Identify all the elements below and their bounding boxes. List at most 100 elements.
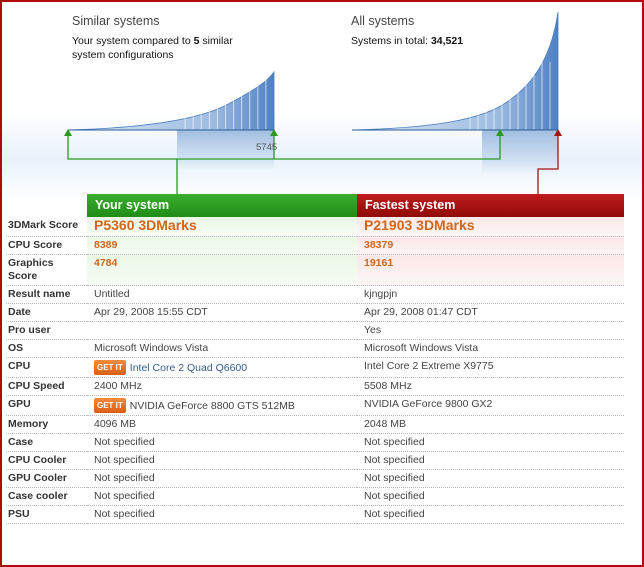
value-text: Not specified [94, 472, 155, 484]
fastest-system-value: Yes [357, 321, 624, 340]
row-label: OS [6, 339, 87, 358]
table-row-cpu-score: CPU Score 8389 38379 [6, 236, 624, 255]
fastest-system-value: Apr 29, 2008 01:47 CDT [357, 303, 624, 322]
table-row-result-name: Result name Untitled kjngpjn [6, 285, 624, 304]
your-system-value: 4784 [87, 254, 357, 286]
your-system-value: Not specified [87, 505, 357, 524]
fastest-system-value: kjngpjn [357, 285, 624, 304]
table-row-os: OS Microsoft Windows Vista Microsoft Windo… [6, 339, 624, 358]
fastest-system-value: Not specified [357, 451, 624, 470]
similar-systems-description: Your system compared to 5 similar system… [72, 35, 233, 61]
comparison-frame: Similar systems Your system compared to … [0, 0, 644, 567]
table-row-pro-user: Pro user Yes [6, 321, 624, 340]
distribution-charts [64, 11, 562, 194]
fastest-system-value: Intel Core 2 Extreme X9775 [357, 357, 624, 378]
table-row-psu: PSU Not specified Not specified [6, 505, 624, 524]
similar-systems-curve [67, 62, 275, 170]
value-text: NVIDIA GeForce 9800 GX2 [364, 398, 493, 410]
row-label: Case [6, 433, 87, 452]
fastest-system-value: 5508 MHz [357, 377, 624, 396]
value-text: Not specified [94, 508, 155, 520]
value-text: Not specified [364, 454, 425, 466]
value-text: 2048 MB [364, 418, 407, 430]
value-text: P21903 3DMarks [364, 217, 475, 233]
your-system-value: 2400 MHz [87, 377, 357, 396]
fastest-system-value: Not specified [357, 487, 624, 506]
row-label: Result name [6, 285, 87, 304]
table-row-3dmark-score: 3DMark Score P5360 3DMarks P21903 3DMarks [6, 217, 624, 237]
header-spacer [6, 194, 87, 217]
row-label: Memory [6, 415, 87, 434]
value-text: Microsoft Windows Vista [364, 342, 479, 354]
table-row-memory: Memory 4096 MB 2048 MB [6, 415, 624, 434]
value-text: 2400 MHz [94, 380, 142, 392]
get-it-button[interactable]: GET IT [94, 398, 126, 413]
value-text: Not specified [364, 436, 425, 448]
value-text: Not specified [94, 490, 155, 502]
value-text: 5508 MHz [364, 380, 412, 392]
fastest-system-value: Not specified [357, 469, 624, 488]
value-text: Not specified [364, 490, 425, 502]
fastest-system-value: 38379 [357, 236, 624, 255]
your-system-value: Apr 29, 2008 15:55 CDT [87, 303, 357, 322]
row-label: PSU [6, 505, 87, 524]
row-label: 3DMark Score [6, 217, 87, 237]
value-text: Untitled [94, 288, 130, 300]
fastest-system-value: 19161 [357, 254, 624, 286]
table-row-gpu-cooler: GPU Cooler Not specified Not specified [6, 469, 624, 488]
your-score-marker-label: 5745 [256, 142, 278, 153]
comparison-table: Your system Fastest system 3DMark Score P… [6, 194, 624, 524]
your-system-connector [67, 136, 501, 194]
your-system-value: Untitled [87, 285, 357, 304]
value-text: Not specified [364, 472, 425, 484]
fastest-system-value: P21903 3DMarks [357, 217, 624, 237]
table-row-cpu-speed: CPU Speed 2400 MHz 5508 MHz [6, 377, 624, 396]
table-header-row: Your system Fastest system [6, 194, 624, 217]
table-row-cpu: CPU GET IT Intel Core 2 Quad Q6600 Intel Co… [6, 357, 624, 378]
row-label: Date [6, 303, 87, 322]
value-text: Apr 29, 2008 15:55 CDT [94, 306, 208, 318]
your-system-value: GET IT Intel Core 2 Quad Q6600 [87, 357, 357, 378]
your-system-value: P5360 3DMarks [87, 217, 357, 237]
value-text: kjngpjn [364, 288, 398, 300]
your-system-value: Not specified [87, 451, 357, 470]
value-text: Yes [364, 324, 382, 336]
table-row-graphics-score: Graphics Score 4784 19161 [6, 254, 624, 286]
fastest-system-value: 2048 MB [357, 415, 624, 434]
value-text: Apr 29, 2008 01:47 CDT [364, 306, 478, 318]
your-system-value: Microsoft Windows Vista [87, 339, 357, 358]
your-system-value: 8389 [87, 236, 357, 255]
row-label: CPU Speed [6, 377, 87, 396]
table-row-case: Case Not specified Not specified [6, 433, 624, 452]
your-system-value: GET IT NVIDIA GeForce 8800 GTS 512MB [87, 395, 357, 416]
your-system-value: Not specified [87, 433, 357, 452]
your-system-value: Not specified [87, 469, 357, 488]
value-text: P5360 3DMarks [94, 217, 197, 233]
similar-systems-title: Similar systems [72, 14, 160, 28]
table-row-date: Date Apr 29, 2008 15:55 CDT Apr 29, 2008 0… [6, 303, 624, 322]
value-text: Not specified [364, 508, 425, 520]
value-text: Microsoft Windows Vista [94, 342, 209, 354]
all-systems-title: All systems [351, 14, 415, 28]
your-system-value: Not specified [87, 487, 357, 506]
value-text: NVIDIA GeForce 8800 GTS 512MB [129, 400, 295, 412]
row-label: GPU [6, 395, 87, 416]
value-text[interactable]: Intel Core 2 Quad Q6600 [130, 362, 247, 374]
row-label: Graphics Score [6, 254, 87, 286]
value-text: 8389 [94, 239, 118, 251]
row-label: GPU Cooler [6, 469, 87, 488]
fastest-system-value: Microsoft Windows Vista [357, 339, 624, 358]
table-row-cpu-cooler: CPU Cooler Not specified Not specified [6, 451, 624, 470]
fastest-system-value: Not specified [357, 433, 624, 452]
row-label: CPU [6, 357, 87, 378]
value-text: 4096 MB [94, 418, 137, 430]
value-text: 19161 [364, 257, 394, 269]
value-text: Not specified [94, 436, 155, 448]
table-row-gpu: GPU GET IT NVIDIA GeForce 8800 GTS 512MB NV… [6, 395, 624, 416]
row-label: Case cooler [6, 487, 87, 506]
fastest-system-value: Not specified [357, 505, 624, 524]
value-text: 38379 [364, 239, 394, 251]
get-it-button[interactable]: GET IT [94, 360, 126, 375]
your-system-value [87, 321, 357, 340]
all-systems-description: Systems in total: 34,521 [351, 35, 464, 47]
